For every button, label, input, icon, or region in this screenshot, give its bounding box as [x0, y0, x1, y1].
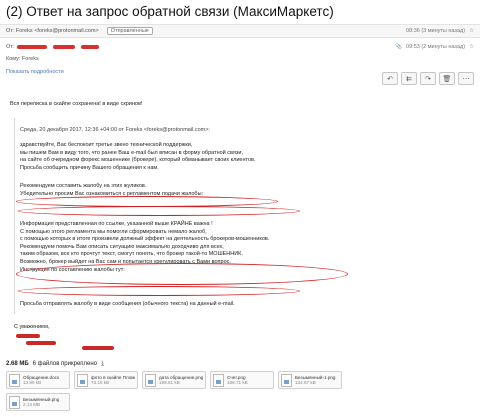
attachments-header: 2.68 МБ 6 файлов прикреплено ⤓ — [6, 360, 104, 368]
image-icon — [213, 373, 224, 387]
paragraph-1: здравствуйте, Вас беспокоит третье звено… — [20, 142, 256, 171]
star-icon[interactable]: ☆ — [469, 44, 474, 50]
attachments-count: 6 файлов прикреплено — [32, 361, 98, 367]
email-subject: (2) Ответ на запрос обратной связи (Макс… — [6, 3, 334, 19]
message-header: От: 📎 09:53 (2 минуты назад) ☆ — [0, 40, 480, 54]
redacted-email-mark — [53, 45, 76, 49]
forward-icon[interactable]: ↷ — [420, 72, 436, 85]
subject-bar: (2) Ответ на запрос обратной связи (Макс… — [0, 0, 480, 22]
recipient-row: Кому: Foreks — [0, 53, 480, 65]
attachment-clip-icon: 📎 — [395, 44, 403, 50]
collapsed-time: 08:36 (3 минуты назад) — [406, 28, 466, 34]
sent-folder-tag[interactable]: Отправленные — [106, 27, 153, 35]
redacted-name-mark — [17, 45, 48, 49]
redacted-signature-mark — [26, 341, 56, 345]
more-icon[interactable]: ⋯ — [458, 72, 474, 85]
paragraph-4: Просьба отправлять жалобу в виде сообщен… — [20, 301, 235, 307]
attachment-item[interactable]: Счет.png 188.71 kB — [210, 371, 274, 389]
message-actions: ↶ ⇇ ↷ 🗑 ⋯ — [382, 72, 474, 85]
attachment-item[interactable]: фото в скайпе Пломоа.jpg73.16 kB — [74, 371, 138, 389]
intro-text: Вся переписка в скайпе сохранена! в виде… — [10, 101, 143, 107]
show-details-link[interactable]: Показать подробности — [6, 69, 64, 75]
highlight-oval — [16, 263, 348, 285]
quote-bar — [14, 118, 15, 314]
image-icon — [77, 373, 88, 387]
reply-icon[interactable]: ↶ — [382, 72, 398, 85]
message-time: 09:53 (2 минуты назад) — [406, 44, 466, 50]
delete-icon[interactable]: 🗑 — [439, 72, 455, 85]
image-icon — [145, 373, 156, 387]
recipient: Кому: Foreks — [6, 56, 39, 62]
download-icon[interactable]: ⤓ — [101, 360, 104, 368]
file-icon — [9, 373, 20, 387]
attachment-item[interactable]: Безымянный-1.png 134.67 kB — [278, 371, 342, 389]
redacted-contact-mark — [82, 346, 114, 350]
collapsed-from: От: Foreks <foreks@protonmail.com> — [6, 28, 99, 34]
image-icon — [9, 395, 20, 409]
quote-header: Среда, 20 декабря 2017, 12:36 +04:00 от … — [20, 127, 210, 133]
image-icon — [281, 373, 292, 387]
redacted-email-mark — [81, 45, 100, 49]
collapsed-message[interactable]: От: Foreks <foreks@protonmail.com> Отпра… — [0, 24, 480, 38]
attachment-item[interactable]: дата обращение.png 188.61 kB — [142, 371, 206, 389]
star-icon[interactable]: ☆ — [469, 28, 474, 34]
attachment-item[interactable]: Безымянный.png 2.13 MB — [6, 393, 70, 411]
signature: С уважением, — [14, 324, 50, 330]
redacted-signature-mark — [16, 334, 40, 338]
attachments-size: 2.68 МБ — [6, 361, 29, 367]
link-highlight-oval — [18, 206, 300, 216]
link-highlight-oval — [18, 286, 300, 296]
from-label: От: — [6, 44, 15, 50]
reply-all-icon[interactable]: ⇇ — [401, 72, 417, 85]
attachment-item[interactable]: Обращение.docx 13.99 kB — [6, 371, 70, 389]
